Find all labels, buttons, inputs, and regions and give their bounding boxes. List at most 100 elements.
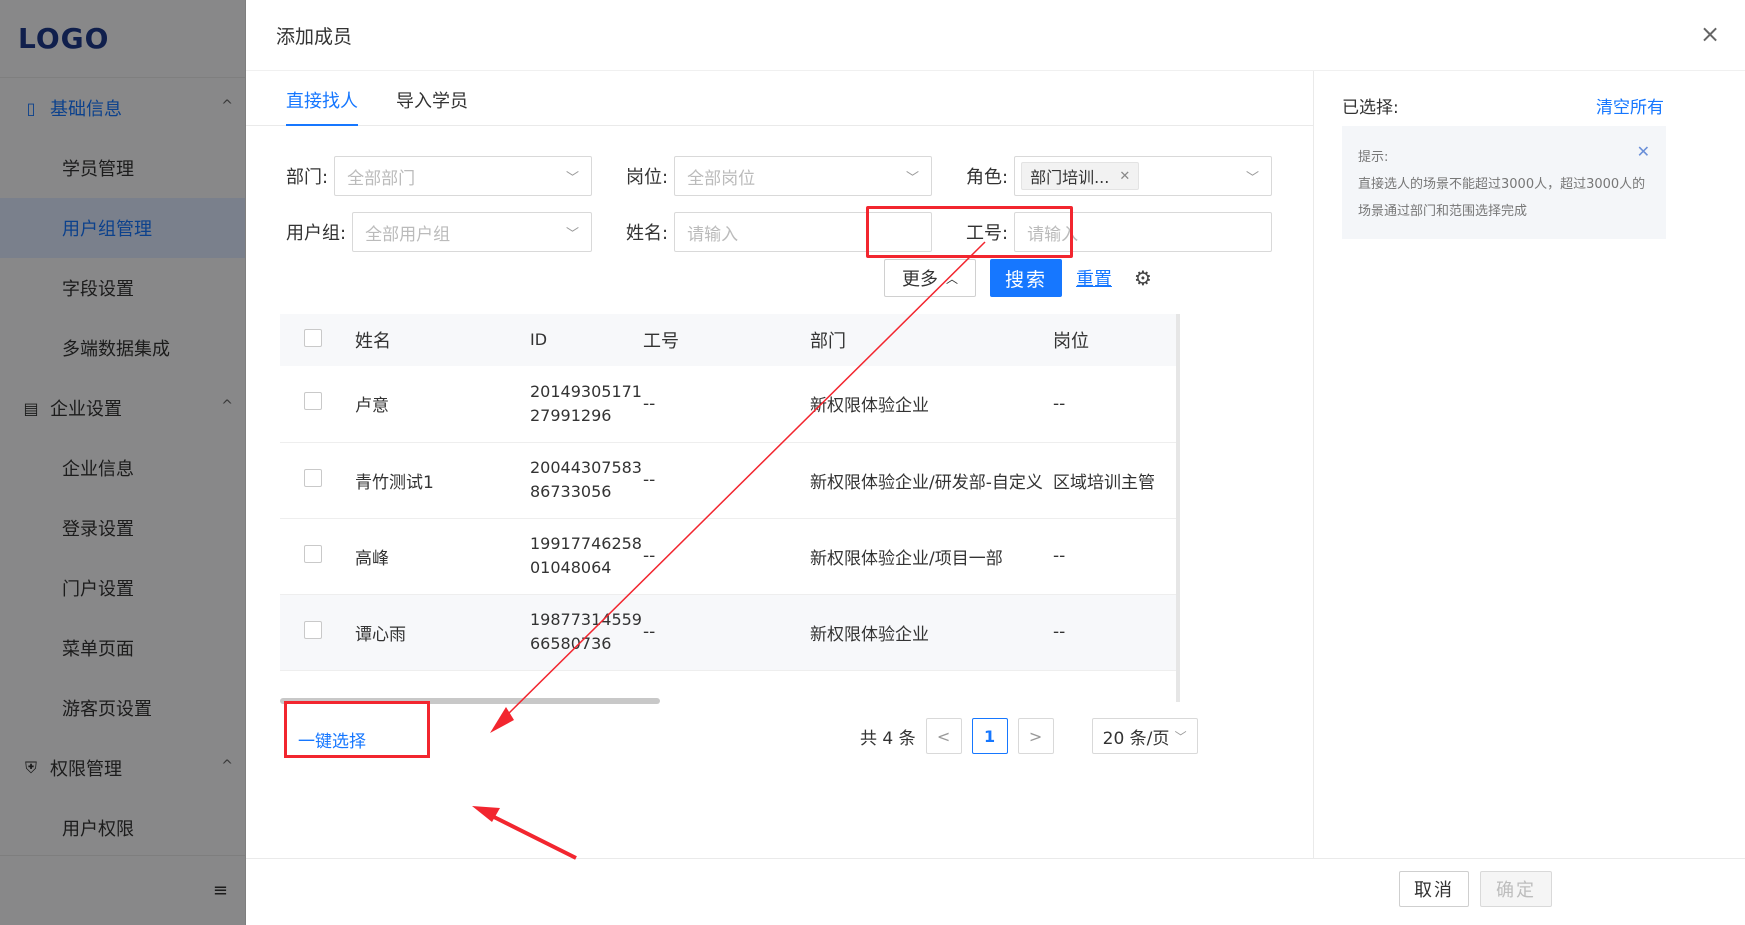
cell-name: 青竹测试1 xyxy=(355,442,530,519)
more-filters-button[interactable]: 更多 ︿ xyxy=(884,259,976,297)
dept-label: 部门: xyxy=(286,167,329,188)
tab-bar: 直接找人 导入学员 xyxy=(246,71,1313,126)
row-checkbox[interactable] xyxy=(304,392,322,411)
chevron-down-icon: ﹀ xyxy=(905,171,919,186)
dialog-footer: 取消 确定 xyxy=(246,858,1745,925)
cell-id: 19917746258 01048064 xyxy=(530,518,643,595)
post-placeholder: 全部岗位 xyxy=(687,168,756,189)
cell-jobno: -- xyxy=(643,442,810,519)
cell-id-line2: 66580736 xyxy=(530,634,612,653)
cell-post: -- xyxy=(1053,594,1176,671)
name-input[interactable]: 请输入 xyxy=(674,212,932,252)
cell-id-line2: 01048064 xyxy=(530,558,612,577)
dept-select[interactable]: 全部部门 ﹀ xyxy=(334,156,592,196)
cell-post: 区域培训主管 xyxy=(1053,442,1176,519)
role-tag-label: 部门培训... xyxy=(1030,168,1110,187)
chevron-down-icon: ﹀ xyxy=(1245,171,1259,186)
table-horizontal-scrollbar[interactable] xyxy=(280,698,660,704)
tip-line-1: 直接选人的场景不能超过3000人，超过3000人的 xyxy=(1358,177,1646,192)
group-placeholder: 全部用户组 xyxy=(365,224,451,245)
pagination-total: 共 4 条 xyxy=(860,728,916,749)
cell-jobno: -- xyxy=(643,518,810,595)
dialog-header: 添加成员 × xyxy=(246,0,1745,70)
role-select[interactable]: 部门培训... ✕ ﹀ xyxy=(1014,156,1272,196)
name-label: 姓名: xyxy=(626,223,669,244)
selected-pane: 已选择: 清空所有 提示: 直接选人的场景不能超过3000人，超过3000人的 … xyxy=(1314,71,1745,858)
jobno-placeholder: 请输入 xyxy=(1027,224,1079,245)
cell-dept: 新权限体验企业/项目一部 xyxy=(810,518,1053,595)
cell-dept: 新权限体验企业 xyxy=(810,366,1053,443)
post-label: 岗位: xyxy=(626,167,669,188)
filter-actions: 更多 ︿ 搜索 重置 ⚙ xyxy=(884,259,1152,297)
jobno-label: 工号: xyxy=(966,223,1009,244)
column-header-dept: 部门 xyxy=(810,314,1053,366)
pagination: 共 4 条 < 1 > 20 条/页 ﹀ xyxy=(860,718,1198,754)
cell-id-line1: 19917746258 xyxy=(530,534,642,553)
cell-id-line1: 20044307583 xyxy=(530,458,642,477)
gear-icon[interactable]: ⚙ xyxy=(1134,266,1152,290)
close-icon[interactable]: ✕ xyxy=(1637,144,1650,160)
row-checkbox[interactable] xyxy=(304,620,322,639)
cell-id-line2: 86733056 xyxy=(530,482,612,501)
cancel-button[interactable]: 取消 xyxy=(1399,871,1469,907)
more-label: 更多 xyxy=(901,269,938,290)
close-icon[interactable]: × xyxy=(1697,22,1723,48)
tab-direct-find[interactable]: 直接找人 xyxy=(286,87,358,126)
select-all-checkbox[interactable] xyxy=(304,328,322,347)
tip-box: 提示: 直接选人的场景不能超过3000人，超过3000人的 场景通过部门和范围选… xyxy=(1342,126,1666,239)
selected-header: 已选择: 清空所有 xyxy=(1342,93,1664,118)
cell-name: 卢意 xyxy=(355,366,530,443)
row-checkbox[interactable] xyxy=(304,544,322,563)
selected-title: 已选择: xyxy=(1342,98,1399,118)
cell-post: -- xyxy=(1053,518,1176,595)
page-size-select[interactable]: 20 条/页 ﹀ xyxy=(1091,718,1198,754)
table-row[interactable]: 卢意 20149305171 27991296 -- 新权限体验企业 -- xyxy=(280,366,1176,443)
row-checkbox[interactable] xyxy=(304,468,322,487)
table-header-row: 姓名 ID 工号 部门 岗位 xyxy=(280,314,1176,366)
clear-all-link[interactable]: 清空所有 xyxy=(1596,93,1664,118)
next-page-button[interactable]: > xyxy=(1017,718,1054,754)
search-pane: 直接找人 导入学员 部门: 全部部门 ﹀ 岗位: 全部岗位 ﹀ 角色: 部门培训… xyxy=(246,71,1314,858)
cell-dept: 新权限体验企业 xyxy=(810,594,1053,671)
cell-jobno: -- xyxy=(643,366,810,443)
dept-placeholder: 全部部门 xyxy=(347,168,416,189)
column-header-name: 姓名 xyxy=(355,314,530,366)
role-tag: 部门培训... ✕ xyxy=(1021,162,1140,190)
chevron-up-icon: ︿ xyxy=(945,271,958,286)
filter-form: 部门: 全部部门 ﹀ 岗位: 全部岗位 ﹀ 角色: 部门培训... ✕ ﹀ 用户… xyxy=(286,156,1286,268)
chevron-down-icon: ﹀ xyxy=(565,171,579,186)
name-placeholder: 请输入 xyxy=(687,224,739,245)
cell-name: 谭心雨 xyxy=(355,594,530,671)
tab-import-students[interactable]: 导入学员 xyxy=(396,87,468,125)
column-header-post: 岗位 xyxy=(1053,314,1176,366)
dialog-body: 直接找人 导入学员 部门: 全部部门 ﹀ 岗位: 全部岗位 ﹀ 角色: 部门培训… xyxy=(246,70,1745,858)
reset-button[interactable]: 重置 xyxy=(1076,265,1112,291)
post-select[interactable]: 全部岗位 ﹀ xyxy=(674,156,932,196)
prev-page-button[interactable]: < xyxy=(925,718,962,754)
column-header-id: ID xyxy=(530,314,643,366)
cell-id-line2: 27991296 xyxy=(530,405,612,425)
bulk-select-link[interactable]: 一键选择 xyxy=(298,727,366,752)
page-1-button[interactable]: 1 xyxy=(971,718,1008,754)
member-table: 姓名 ID 工号 部门 岗位 卢意 2014930517127991296 - xyxy=(280,314,1180,702)
confirm-button[interactable]: 确定 xyxy=(1480,871,1552,907)
cell-dept: 新权限体验企业/研发部-自定义 xyxy=(810,442,1053,519)
table-row[interactable]: 高峰 19917746258 01048064 -- 新权限体验企业/项目一部 -… xyxy=(280,518,1176,595)
cell-jobno: -- xyxy=(643,594,810,671)
chevron-down-icon: ﹀ xyxy=(1174,729,1187,744)
cell-id: 19877314559 66580736 xyxy=(530,594,643,671)
group-label: 用户组: xyxy=(286,223,347,244)
table-row[interactable]: 谭心雨 19877314559 66580736 -- 新权限体验企业 -- xyxy=(280,594,1176,671)
tip-title: 提示: xyxy=(1358,150,1389,165)
cell-name: 高峰 xyxy=(355,518,530,595)
cell-id-line1: 19877314559 xyxy=(530,610,642,629)
jobno-input[interactable]: 请输入 xyxy=(1014,212,1272,252)
tag-remove-icon[interactable]: ✕ xyxy=(1119,169,1130,184)
cell-id: 20044307583 86733056 xyxy=(530,442,643,519)
page-size-label: 20 条/页 xyxy=(1102,728,1170,749)
table-row[interactable]: 青竹测试1 20044307583 86733056 -- 新权限体验企业/研发部… xyxy=(280,442,1176,519)
user-group-select[interactable]: 全部用户组 ﹀ xyxy=(352,212,592,252)
search-button[interactable]: 搜索 xyxy=(990,259,1062,297)
dialog-title: 添加成员 xyxy=(276,25,353,48)
column-header-jobno: 工号 xyxy=(643,314,810,366)
